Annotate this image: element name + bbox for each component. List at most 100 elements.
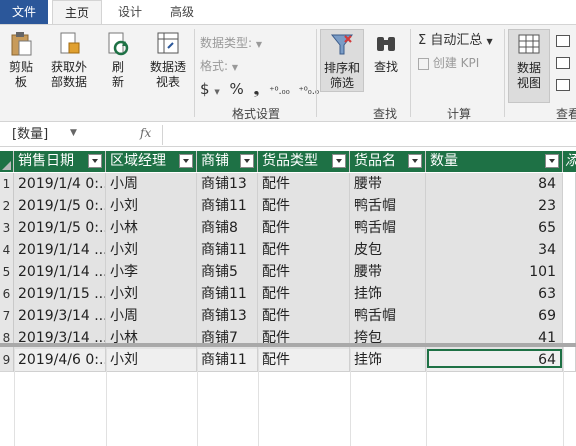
column-header-quantity[interactable]: 数量 [426,151,563,172]
cell-region-manager[interactable]: 小周 [106,305,197,328]
sort-filter-button[interactable]: 排序和 筛选 [320,29,364,92]
table-row[interactable]: 1 2019/1/4 0:... 小周 商铺13 配件 腰带 84 [0,173,576,196]
cell-shop[interactable]: 商铺13 [197,173,258,196]
cell-region-manager[interactable]: 小刘 [106,349,197,372]
column-header-item-type[interactable]: 货品类型 [258,151,350,172]
filter-dropdown-icon[interactable] [240,154,254,168]
pivot-table-button[interactable]: 数据透 视表 [144,29,192,90]
chevron-down-icon[interactable]: ▼ [70,128,77,138]
data-view-button[interactable]: 数据 视图 [508,29,550,103]
cell-sales-date[interactable]: 2019/4/6 0:... [14,349,106,372]
tab-home[interactable]: 主页 [52,0,102,24]
cell-item-name[interactable]: 腰带 [350,173,426,196]
name-box[interactable]: [数量] [0,124,120,145]
cell-item-name[interactable]: 皮包 [350,239,426,262]
cell-shop[interactable]: 商铺11 [197,239,258,262]
column-header-region-manager[interactable]: 区域经理 [106,151,197,172]
create-kpi-button[interactable]: 创建 KPI [418,55,479,71]
row-number[interactable]: 3 [0,217,14,240]
cell-shop[interactable]: 商铺11 [197,349,258,372]
cell-quantity[interactable]: 63 [426,283,563,306]
cell-quantity[interactable]: 23 [426,195,563,218]
format-dropdown[interactable]: 格式: ▼ [200,58,238,76]
cell-item-type[interactable]: 配件 [258,173,350,196]
refresh-button[interactable]: 刷 新 [100,29,136,90]
row-number[interactable]: 9 [0,349,14,372]
cell-quantity[interactable]: 65 [426,217,563,240]
table-row[interactable]: 6 2019/1/15 ... 小刘 商铺11 配件 挂饰 63 [0,283,576,306]
select-all-corner[interactable] [0,151,14,172]
cell-shop[interactable]: 商铺8 [197,217,258,240]
cell-quantity[interactable]: 34 [426,239,563,262]
calculation-area-icon[interactable] [556,79,570,91]
cell-region-manager[interactable]: 小刘 [106,283,197,306]
column-header-item-name[interactable]: 货品名 [350,151,426,172]
cell-item-type[interactable]: 配件 [258,239,350,262]
table-row[interactable]: 4 2019/1/14 ... 小刘 商铺11 配件 皮包 34 [0,239,576,262]
cell-add-column[interactable] [563,261,576,284]
filter-dropdown-icon[interactable] [408,154,422,168]
cell-item-name[interactable]: 挂饰 [350,283,426,306]
calc-area-selected-cell[interactable] [427,349,562,368]
data-type-dropdown[interactable]: 数据类型: ▼ [200,35,262,53]
filter-dropdown-icon[interactable] [179,154,193,168]
cell-item-name[interactable]: 挂饰 [350,349,426,372]
cell-item-type[interactable]: 配件 [258,305,350,328]
diagram-view-icon[interactable] [556,35,570,47]
column-header-sales-date[interactable]: 销售日期 [14,151,106,172]
cell-item-type[interactable]: 配件 [258,283,350,306]
cell-add-column[interactable] [563,283,576,306]
autosum-button[interactable]: Σ 自动汇总 ▼ [418,33,493,50]
cell-item-type[interactable]: 配件 [258,261,350,284]
row-number[interactable]: 6 [0,283,14,306]
cell-add-column[interactable] [563,239,576,262]
tab-design[interactable]: 设计 [108,0,152,24]
cell-shop[interactable]: 商铺13 [197,305,258,328]
cell-add-column[interactable] [563,305,576,328]
split-bar[interactable] [0,343,576,347]
cell-quantity[interactable]: 84 [426,173,563,196]
cell-add-column[interactable] [563,173,576,196]
clipboard-button[interactable]: 剪贴 板 [2,29,40,90]
filter-dropdown-icon[interactable] [332,154,346,168]
get-external-data-button[interactable]: 获取外 部数据 [44,29,94,90]
row-number[interactable]: 5 [0,261,14,284]
cell-region-manager[interactable]: 小周 [106,173,197,196]
comma-button[interactable]: ❟ [254,80,260,98]
add-column-header[interactable]: 添 [563,151,576,172]
cell-add-column[interactable] [563,195,576,218]
cell-sales-date[interactable]: 2019/1/4 0:... [14,173,106,196]
table-row[interactable]: 7 2019/3/14 ... 小周 商铺13 配件 鸭舌帽 69 [0,305,576,328]
cell-region-manager[interactable]: 小林 [106,217,197,240]
cell-item-type[interactable]: 配件 [258,217,350,240]
cell-item-name[interactable]: 腰带 [350,261,426,284]
cell-sales-date[interactable]: 2019/3/14 ... [14,305,106,328]
row-number[interactable]: 4 [0,239,14,262]
fx-icon[interactable]: fx [140,126,151,140]
row-number[interactable]: 1 [0,173,14,196]
cell-sales-date[interactable]: 2019/1/5 0:... [14,217,106,240]
cell-item-name[interactable]: 鸭舌帽 [350,217,426,240]
row-number[interactable]: 7 [0,305,14,328]
cell-add-column[interactable] [563,349,576,372]
find-button[interactable]: 查找 [368,29,404,75]
cell-quantity[interactable]: 69 [426,305,563,328]
cell-region-manager[interactable]: 小李 [106,261,197,284]
cell-item-name[interactable]: 鸭舌帽 [350,195,426,218]
cell-item-type[interactable]: 配件 [258,195,350,218]
table-row[interactable]: 2 2019/1/5 0:... 小刘 商铺11 配件 鸭舌帽 23 [0,195,576,218]
filter-dropdown-icon[interactable] [545,154,559,168]
filter-dropdown-icon[interactable] [88,154,102,168]
cell-sales-date[interactable]: 2019/1/5 0:... [14,195,106,218]
cell-quantity[interactable]: 101 [426,261,563,284]
table-row[interactable]: 5 2019/1/14 ... 小李 商铺5 配件 腰带 101 [0,261,576,284]
show-hidden-icon[interactable] [556,57,570,69]
table-row[interactable]: 3 2019/1/5 0:... 小林 商铺8 配件 鸭舌帽 65 [0,217,576,240]
cell-item-type[interactable]: 配件 [258,349,350,372]
cell-sales-date[interactable]: 2019/1/14 ... [14,261,106,284]
tab-file[interactable]: 文件 [0,0,48,24]
cell-item-name[interactable]: 鸭舌帽 [350,305,426,328]
cell-region-manager[interactable]: 小刘 [106,195,197,218]
cell-sales-date[interactable]: 2019/1/15 ... [14,283,106,306]
row-number[interactable]: 2 [0,195,14,218]
